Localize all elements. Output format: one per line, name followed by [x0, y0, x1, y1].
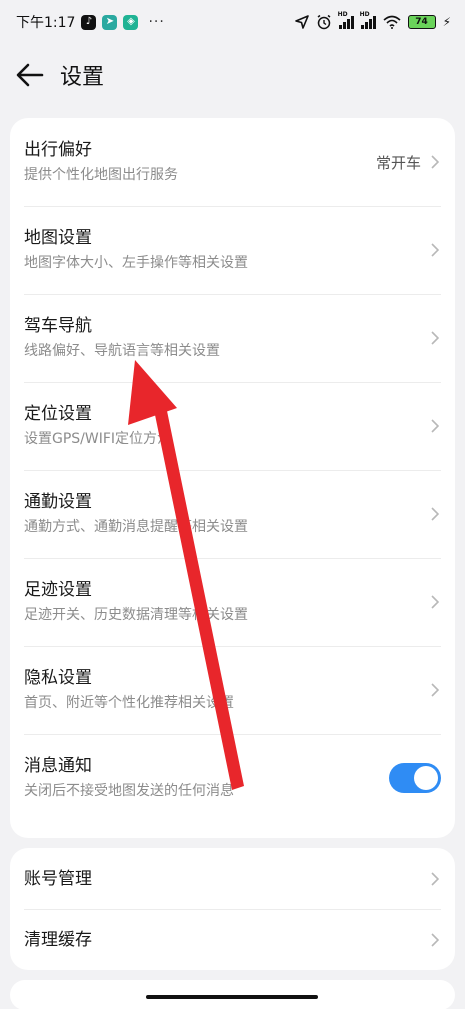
header: 设置	[0, 52, 465, 98]
setting-title: 驾车导航	[24, 316, 92, 336]
tiktok-icon: ♪	[81, 14, 97, 30]
setting-row-driving-navigation[interactable]: 驾车导航 线路偏好、导航语言等相关设置	[10, 294, 455, 382]
send-icon: ➤	[102, 14, 118, 30]
setting-title: 隐私设置	[24, 668, 92, 688]
chevron-right-icon	[429, 594, 441, 610]
setting-row-privacy-settings[interactable]: 隐私设置 首页、附近等个性化推荐相关设置	[10, 646, 455, 734]
setting-row-location-settings[interactable]: 定位设置 设置GPS/WIFI定位方法	[10, 382, 455, 470]
signal-2-icon: HD	[360, 11, 376, 29]
setting-row-commute-settings[interactable]: 通勤设置 通勤方式、通勤消息提醒等相关设置	[10, 470, 455, 558]
setting-title: 消息通知	[24, 756, 92, 776]
notification-toggle[interactable]	[389, 763, 441, 793]
chevron-right-icon	[429, 330, 441, 346]
setting-row-travel-preference[interactable]: 出行偏好 提供个性化地图出行服务 常开车	[10, 118, 455, 206]
back-button[interactable]	[2, 52, 58, 98]
settings-card-account: 账号管理 清理缓存	[10, 848, 455, 970]
chevron-right-icon	[429, 932, 441, 948]
back-arrow-icon	[16, 63, 44, 87]
status-time: 下午1:17	[16, 15, 76, 31]
setting-description: 地图字体大小、左手操作等相关设置	[24, 255, 248, 271]
setting-title: 定位设置	[24, 404, 92, 424]
location-icon	[294, 15, 309, 29]
setting-title: 地图设置	[24, 228, 92, 248]
setting-description: 通勤方式、通勤消息提醒等相关设置	[24, 519, 248, 535]
wifi-icon	[383, 15, 401, 29]
setting-title: 出行偏好	[24, 140, 92, 160]
chevron-right-icon	[429, 242, 441, 258]
signal-icon: HD	[338, 11, 354, 29]
shield-icon: ◈	[123, 14, 139, 30]
chevron-right-icon	[429, 682, 441, 698]
setting-row-account-management[interactable]: 账号管理	[10, 848, 455, 909]
home-indicator[interactable]	[146, 995, 318, 999]
setting-title: 账号管理	[24, 868, 92, 889]
page-title: 设置	[60, 65, 105, 90]
chevron-right-icon	[429, 871, 441, 887]
chevron-right-icon	[429, 418, 441, 434]
settings-card-main: 出行偏好 提供个性化地图出行服务 常开车 地图设置 地图字体大小、左手操作等相关…	[10, 118, 455, 838]
setting-row-map-settings[interactable]: 地图设置 地图字体大小、左手操作等相关设置	[10, 206, 455, 294]
setting-description: 设置GPS/WIFI定位方法	[24, 431, 172, 447]
charging-icon: ⚡	[442, 15, 451, 29]
setting-title: 通勤设置	[24, 492, 92, 512]
alarm-icon	[317, 14, 331, 30]
setting-row-message-notification: 消息通知 关闭后不接受地图发送的任何消息	[10, 734, 455, 822]
setting-row-clear-cache[interactable]: 清理缓存	[10, 909, 455, 970]
setting-description: 线路偏好、导航语言等相关设置	[24, 343, 220, 359]
setting-description: 关闭后不接受地图发送的任何消息	[24, 783, 234, 799]
toggle-knob	[414, 766, 438, 790]
setting-title: 足迹设置	[24, 580, 92, 600]
setting-description: 提供个性化地图出行服务	[24, 167, 178, 183]
setting-value: 常开车	[375, 153, 421, 172]
battery-icon: 74	[407, 15, 436, 29]
setting-title: 清理缓存	[24, 929, 92, 950]
chevron-right-icon	[429, 154, 441, 170]
setting-row-footprint-settings[interactable]: 足迹设置 足迹开关、历史数据清理等相关设置	[10, 558, 455, 646]
setting-description: 首页、附近等个性化推荐相关设置	[24, 695, 234, 711]
chevron-right-icon	[429, 506, 441, 522]
setting-description: 足迹开关、历史数据清理等相关设置	[24, 607, 248, 623]
status-bar: 下午1:17 ♪ ➤ ◈ ··· HD HD 74 ⚡	[0, 0, 465, 44]
more-notifications-icon: ···	[148, 14, 165, 30]
